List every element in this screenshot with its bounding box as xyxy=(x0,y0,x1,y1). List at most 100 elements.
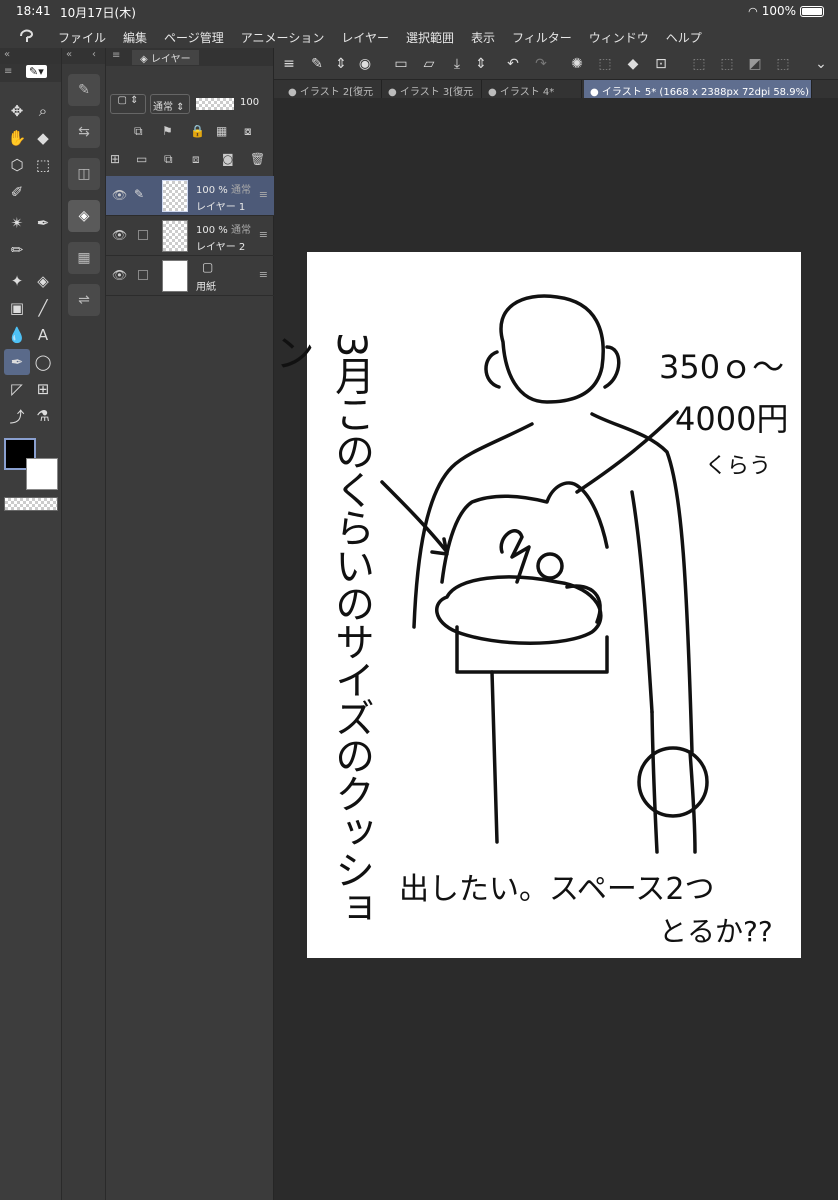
sub-color-swatch[interactable] xyxy=(26,458,58,490)
opacity-value[interactable]: 100 xyxy=(240,97,259,108)
transfer-down-icon[interactable]: ⧉ xyxy=(164,152,173,167)
tab-illust-3[interactable]: ● イラスト 3[復元 xyxy=(382,80,482,98)
pen-tool-dropdown-icon[interactable]: ✎▾ xyxy=(26,65,47,78)
navigator-panel-icon[interactable]: ⇆ xyxy=(68,116,100,148)
delete-layer-icon[interactable]: 🗑 xyxy=(250,152,265,166)
fill-icon[interactable]: ◆ xyxy=(622,53,644,75)
hand-tool-icon[interactable]: ✋ xyxy=(4,125,30,151)
collapse-icon[interactable]: « xyxy=(4,49,10,60)
hide-selection-icon[interactable]: ⬚ xyxy=(688,53,710,75)
object-tool-icon[interactable]: ⬡ xyxy=(4,152,30,178)
blend-tool-icon[interactable]: 💧 xyxy=(4,322,30,348)
layer-row[interactable]: 👁 100 % 通常 レイヤー 2 ≡ xyxy=(106,216,274,256)
menu-icon[interactable]: ≡ xyxy=(112,50,120,61)
layer-checkbox[interactable] xyxy=(138,230,148,240)
zoom-tool-icon[interactable]: ⌕ xyxy=(30,98,56,124)
invert-selection-icon[interactable]: ◩ xyxy=(744,53,766,75)
open-file-icon[interactable]: ▱ xyxy=(418,53,440,75)
adjust-panel-icon[interactable]: ⇌ xyxy=(68,284,100,316)
transform-icon[interactable]: ⊡ xyxy=(650,53,672,75)
selection-crop-icon[interactable]: ⬚ xyxy=(716,53,738,75)
menu-item[interactable]: ページ管理 xyxy=(164,29,224,46)
visibility-eye-icon[interactable]: 👁 xyxy=(112,188,127,202)
chevron-updown-icon[interactable]: ⇕ xyxy=(330,53,352,75)
gallery-icon[interactable]: ◉ xyxy=(354,53,376,75)
decoration-tool-icon[interactable]: ✦ xyxy=(4,268,30,294)
layer-property-panel-icon[interactable]: ◫ xyxy=(68,158,100,190)
fill-tool-icon[interactable]: ◈ xyxy=(30,268,56,294)
brush-size-panel-icon[interactable]: ✎ xyxy=(68,74,100,106)
clear-selection-icon[interactable]: ⬚ xyxy=(594,53,616,75)
layer-checkbox[interactable] xyxy=(138,270,148,280)
menu-item[interactable]: 編集 xyxy=(123,29,147,46)
line-tool-icon[interactable]: ╱ xyxy=(30,295,56,321)
undo-icon[interactable]: ↶ xyxy=(502,53,524,75)
chevron-down-icon[interactable]: ⌄ xyxy=(810,53,832,75)
menu-item[interactable]: ファイル xyxy=(58,29,106,46)
frame-tool-icon[interactable]: ⊞ xyxy=(30,376,56,402)
opacity-slider[interactable] xyxy=(196,98,234,110)
pen-tool-icon[interactable]: ✒ xyxy=(30,210,56,236)
operation-tool-icon[interactable]: ⤴ xyxy=(4,403,30,429)
new-raster-layer-icon[interactable]: ⊞ xyxy=(110,152,120,166)
layer-type-icon[interactable]: ▢ ⇕ xyxy=(110,94,146,114)
gradient-tool-icon[interactable]: ▣ xyxy=(4,295,30,321)
pencil-tool-icon[interactable]: ✏ xyxy=(4,237,30,263)
correction-tool-icon[interactable]: ⚗ xyxy=(30,403,56,429)
loading-icon[interactable]: ✺ xyxy=(566,53,588,75)
layer-row[interactable]: 👁 ✎ 100 % 通常 レイヤー 1 ≡ xyxy=(106,176,274,216)
material-panel-icon[interactable]: ▦ xyxy=(68,242,100,274)
new-folder-icon[interactable]: ▭ xyxy=(136,152,147,166)
layer-row[interactable]: 👁 ▢ 用紙 ≡ xyxy=(106,256,274,296)
layer-panel-icon[interactable]: ◈ xyxy=(68,200,100,232)
transparent-color-swatch[interactable] xyxy=(4,497,58,511)
selection-tool-icon[interactable]: ⬚ xyxy=(30,152,56,178)
blend-mode-select[interactable]: 通常 ⇕ xyxy=(150,94,190,114)
redo-icon[interactable]: ↷ xyxy=(530,53,552,75)
layer-name: レイヤー 1 xyxy=(196,202,246,213)
magic-wand-tool-icon[interactable]: ✴ xyxy=(4,210,30,236)
move-tool-icon[interactable]: ✥ xyxy=(4,98,30,124)
layer-panel-tab[interactable]: ◈ レイヤー xyxy=(132,50,199,65)
menu-item[interactable]: フィルター xyxy=(512,29,572,46)
tab-illust-2[interactable]: ● イラスト 2[復元 xyxy=(282,80,382,98)
active-pen-icon: ✎ xyxy=(134,187,145,201)
layer-menu-icon[interactable]: ≡ xyxy=(259,268,268,281)
menu-item[interactable]: レイヤー xyxy=(341,29,389,46)
text-tool-icon[interactable]: A xyxy=(30,322,56,348)
visibility-eye-icon[interactable]: 👁 xyxy=(112,228,127,242)
new-file-icon[interactable]: ▭ xyxy=(390,53,412,75)
reference-icon[interactable]: ⚑ xyxy=(162,124,173,138)
eyedropper-tool-icon[interactable]: ✐ xyxy=(4,179,30,205)
lock-icon[interactable]: 🔒 xyxy=(190,124,205,138)
collapse-icon[interactable]: « xyxy=(66,49,72,60)
lock-transparent-icon[interactable]: ▦ xyxy=(216,124,227,138)
balloon-tool-icon[interactable]: ◯ xyxy=(30,349,56,375)
tab-illust-4[interactable]: ● イラスト 4* xyxy=(482,80,582,98)
menu-item[interactable]: ヘルプ xyxy=(666,29,702,46)
clip-icon[interactable]: ⧉ xyxy=(134,124,143,139)
eraser-tool-icon[interactable]: ◆ xyxy=(30,125,56,151)
expand-selection-icon[interactable]: ⬚ xyxy=(772,53,794,75)
tab-illust-5[interactable]: ● イラスト 5* (1668 x 2388px 72dpi 58.9%) xyxy=(584,80,812,98)
menu-item[interactable]: ウィンドウ xyxy=(589,29,649,46)
menu-item[interactable]: 選択範囲 xyxy=(406,29,454,46)
menu-item[interactable]: 表示 xyxy=(471,29,495,46)
layer-menu-icon[interactable]: ≡ xyxy=(259,188,268,201)
ruler-tool-icon[interactable]: ◸ xyxy=(4,376,30,402)
app-logo-icon[interactable] xyxy=(18,27,36,45)
pen-active-tool-icon[interactable]: ✒ xyxy=(4,349,30,375)
menu-icon[interactable]: ≡ xyxy=(4,66,12,77)
layer-menu-icon[interactable]: ≡ xyxy=(259,228,268,241)
menu-item[interactable]: アニメーション xyxy=(241,29,325,46)
layer-mask-icon[interactable]: ◙ xyxy=(222,152,234,166)
chevron-updown-icon[interactable]: ⇕ xyxy=(470,53,492,75)
chevron-left-icon[interactable]: ‹ xyxy=(92,49,96,60)
merge-down-icon[interactable]: ⧈ xyxy=(192,152,200,167)
menu-icon[interactable]: ≡ xyxy=(278,53,300,75)
edit-icon[interactable]: ✎ xyxy=(306,53,328,75)
save-icon[interactable]: ⤓ xyxy=(446,53,468,75)
visibility-eye-icon[interactable]: 👁 xyxy=(112,268,127,282)
drawing-canvas[interactable]: 3月このくらいのサイズのクッション 350ｏ〜 4000円 くらう 出したい。ス… xyxy=(268,252,801,958)
mask-enable-icon[interactable]: ⧇ xyxy=(244,124,252,139)
